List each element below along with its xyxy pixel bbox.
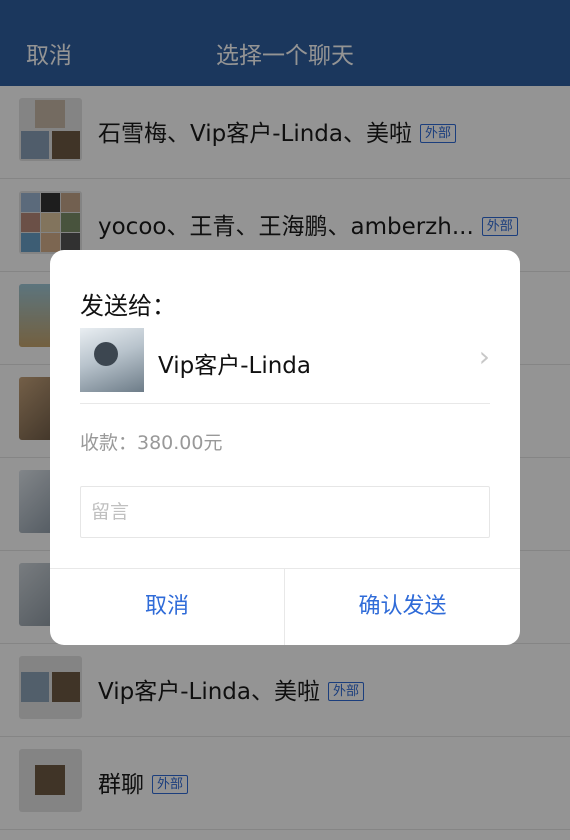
confirm-send-button[interactable]: 确认发送 [285,569,520,645]
recipient-avatar [80,328,144,392]
amount-text: 收款：380.00元 [80,432,223,454]
recipient-name: Vip客户-Linda [158,353,311,379]
dialog-title: 发送给： [80,292,176,320]
send-dialog: 发送给： Vip客户-Linda › 收款：380.00元 取消 确认发送 [50,250,520,645]
recipient-row[interactable]: Vip客户-Linda › [80,328,490,404]
note-input[interactable] [80,486,490,538]
dialog-actions: 取消 确认发送 [50,568,520,645]
chevron-right-icon: › [478,340,490,373]
dialog-cancel-button[interactable]: 取消 [50,569,285,645]
